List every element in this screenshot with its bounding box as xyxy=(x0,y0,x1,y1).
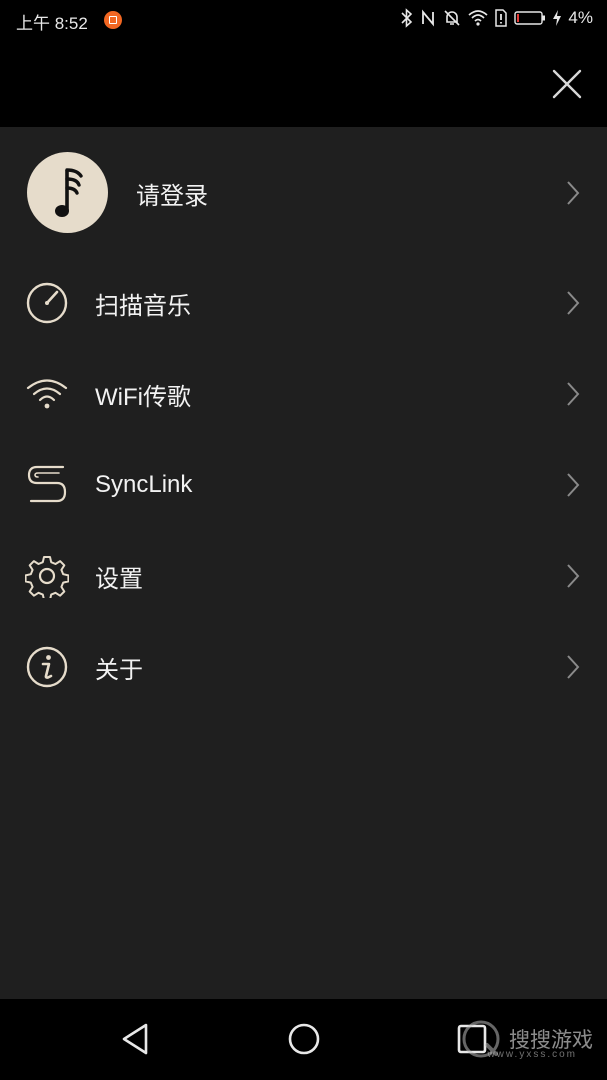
avatar xyxy=(27,152,108,233)
wifi-icon xyxy=(26,379,68,409)
nfc-icon xyxy=(422,9,435,27)
back-button[interactable] xyxy=(115,1019,155,1059)
menu-item-scan-music[interactable]: 扫描音乐 xyxy=(0,260,607,346)
menu-item-label: 关于 xyxy=(95,656,143,684)
top-bar xyxy=(0,40,607,127)
back-triangle-icon xyxy=(122,1023,148,1055)
menu-item-label: WiFi传歌 xyxy=(95,383,191,411)
battery-percent: 4% xyxy=(568,8,593,27)
side-menu-panel: 请登录 扫描音乐 WiFi传歌 SyncLink 设置 关于 xyxy=(0,127,607,999)
home-circle-icon xyxy=(288,1023,320,1055)
status-icons: 4% xyxy=(400,8,593,28)
wifi-status-icon xyxy=(468,10,488,26)
menu-item-settings[interactable]: 设置 xyxy=(0,533,607,619)
close-button[interactable] xyxy=(545,62,589,106)
mute-bell-icon xyxy=(444,10,460,26)
gear-icon xyxy=(25,556,69,598)
menu-item-label: 扫描音乐 xyxy=(95,292,191,320)
menu-item-label: SyncLink xyxy=(95,471,193,498)
chevron-right-icon xyxy=(567,473,580,497)
music-note-icon xyxy=(55,168,83,217)
menu-item-synclink[interactable]: SyncLink xyxy=(0,442,607,528)
menu-item-about[interactable]: 关于 xyxy=(0,624,607,710)
battery-icon xyxy=(514,11,546,25)
charging-icon xyxy=(553,10,562,26)
chevron-right-icon xyxy=(567,291,580,315)
system-nav-bar: 搜搜游戏 www.yxss.com xyxy=(0,999,607,1080)
chevron-right-icon xyxy=(567,181,580,205)
status-bar: 上午 8:52 4% xyxy=(0,0,607,40)
menu-item-label: 设置 xyxy=(95,565,143,593)
login-row[interactable]: 请登录 xyxy=(0,149,607,237)
login-label: 请登录 xyxy=(136,182,208,210)
info-icon xyxy=(26,646,68,688)
chevron-right-icon xyxy=(567,655,580,679)
watermark-url: www.yxss.com xyxy=(487,1049,577,1060)
home-button[interactable] xyxy=(284,1019,324,1059)
menu-item-wifi-transfer[interactable]: WiFi传歌 xyxy=(0,351,607,437)
sim-alert-icon xyxy=(495,9,508,27)
notification-badge-icon xyxy=(104,11,122,29)
chevron-right-icon xyxy=(567,382,580,406)
scan-gauge-icon xyxy=(26,282,68,324)
bluetooth-icon xyxy=(401,8,413,28)
status-time: 上午 8:52 xyxy=(16,14,88,33)
close-icon xyxy=(552,69,582,99)
chevron-right-icon xyxy=(567,564,580,588)
synclink-icon xyxy=(27,465,67,503)
